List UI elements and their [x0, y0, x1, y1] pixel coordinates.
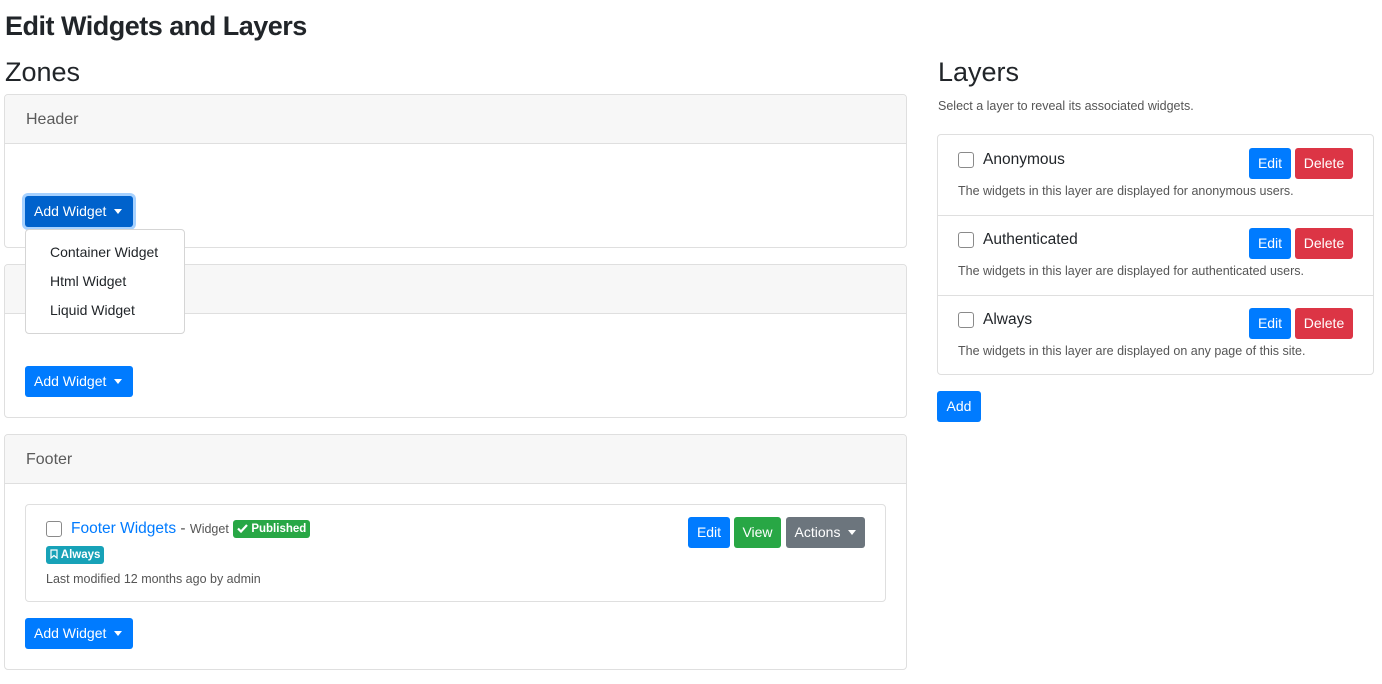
layer-badge: Always	[46, 546, 105, 564]
status-badge: Published	[233, 520, 311, 538]
layer-delete-button[interactable]: Delete	[1295, 308, 1353, 339]
widget-card: Footer Widgets - Widget Published Always…	[25, 504, 886, 602]
layer-edit-button[interactable]: Edit	[1249, 308, 1291, 339]
widget-edit-button[interactable]: Edit	[688, 517, 730, 548]
dropdown-item-container-widget[interactable]: Container Widget	[26, 238, 184, 267]
zone-header-card: Header	[4, 94, 907, 248]
add-widget-button[interactable]: Add Widget	[25, 196, 133, 227]
layer-item-always: Always The widgets in this layer are dis…	[938, 295, 1373, 375]
layer-edit-button[interactable]: Edit	[1249, 228, 1291, 259]
widget-actions-button[interactable]: Actions	[786, 517, 865, 548]
caret-down-icon	[848, 530, 857, 535]
zone-footer-title: Footer	[5, 435, 906, 484]
layer-item-authenticated: Authenticated The widgets in this layer …	[938, 215, 1373, 295]
layers-list: Anonymous The widgets in this layer are …	[937, 134, 1374, 375]
layer-checkbox[interactable]	[958, 232, 974, 248]
widget-separator: -	[180, 520, 186, 538]
layer-name: Authenticated	[983, 231, 1078, 248]
layer-name: Always	[983, 311, 1033, 328]
dropdown-item-liquid-widget[interactable]: Liquid Widget	[26, 296, 184, 325]
add-widget-label: Add Widget	[34, 203, 107, 219]
add-layer-button[interactable]: Add	[937, 391, 981, 422]
widget-view-button[interactable]: View	[734, 517, 781, 548]
layer-description: The widgets in this layer are displayed …	[958, 264, 1305, 278]
check-icon	[237, 524, 248, 534]
layers-title: Layers	[938, 57, 1020, 87]
caret-down-icon	[114, 209, 123, 214]
caret-down-icon	[114, 631, 123, 636]
widget-modified-text: Last modified 12 months ago by admin	[46, 572, 261, 586]
zones-title: Zones	[5, 57, 81, 87]
add-widget-label: Add Widget	[34, 625, 107, 641]
layer-checkbox[interactable]	[958, 312, 974, 328]
layer-edit-button[interactable]: Edit	[1249, 148, 1291, 179]
layers-hint: Select a layer to reveal its associated …	[938, 99, 1194, 113]
layer-description: The widgets in this layer are displayed …	[958, 184, 1294, 198]
layer-delete-button[interactable]: Delete	[1295, 148, 1353, 179]
dropdown-item-html-widget[interactable]: Html Widget	[26, 267, 184, 296]
add-widget-button[interactable]: Add Widget	[25, 618, 133, 649]
layer-description: The widgets in this layer are displayed …	[958, 344, 1306, 358]
caret-down-icon	[114, 379, 123, 384]
zone-header-title: Header	[5, 95, 906, 144]
page-title: Edit Widgets and Layers	[5, 11, 307, 41]
layer-delete-button[interactable]: Delete	[1295, 228, 1353, 259]
add-widget-label: Add Widget	[34, 373, 107, 389]
layer-name: Anonymous	[983, 151, 1065, 168]
add-widget-dropdown-menu: Container Widget Html Widget Liquid Widg…	[25, 229, 185, 334]
add-widget-button[interactable]: Add Widget	[25, 366, 133, 397]
actions-label: Actions	[794, 524, 841, 540]
layer-checkbox[interactable]	[958, 152, 974, 168]
widget-type-label: Widget	[189, 522, 229, 537]
widget-name-link[interactable]: Footer Widgets	[71, 520, 176, 537]
layer-item-anonymous: Anonymous The widgets in this layer are …	[938, 135, 1373, 215]
widget-checkbox[interactable]	[46, 521, 62, 537]
bookmark-icon	[50, 549, 58, 560]
